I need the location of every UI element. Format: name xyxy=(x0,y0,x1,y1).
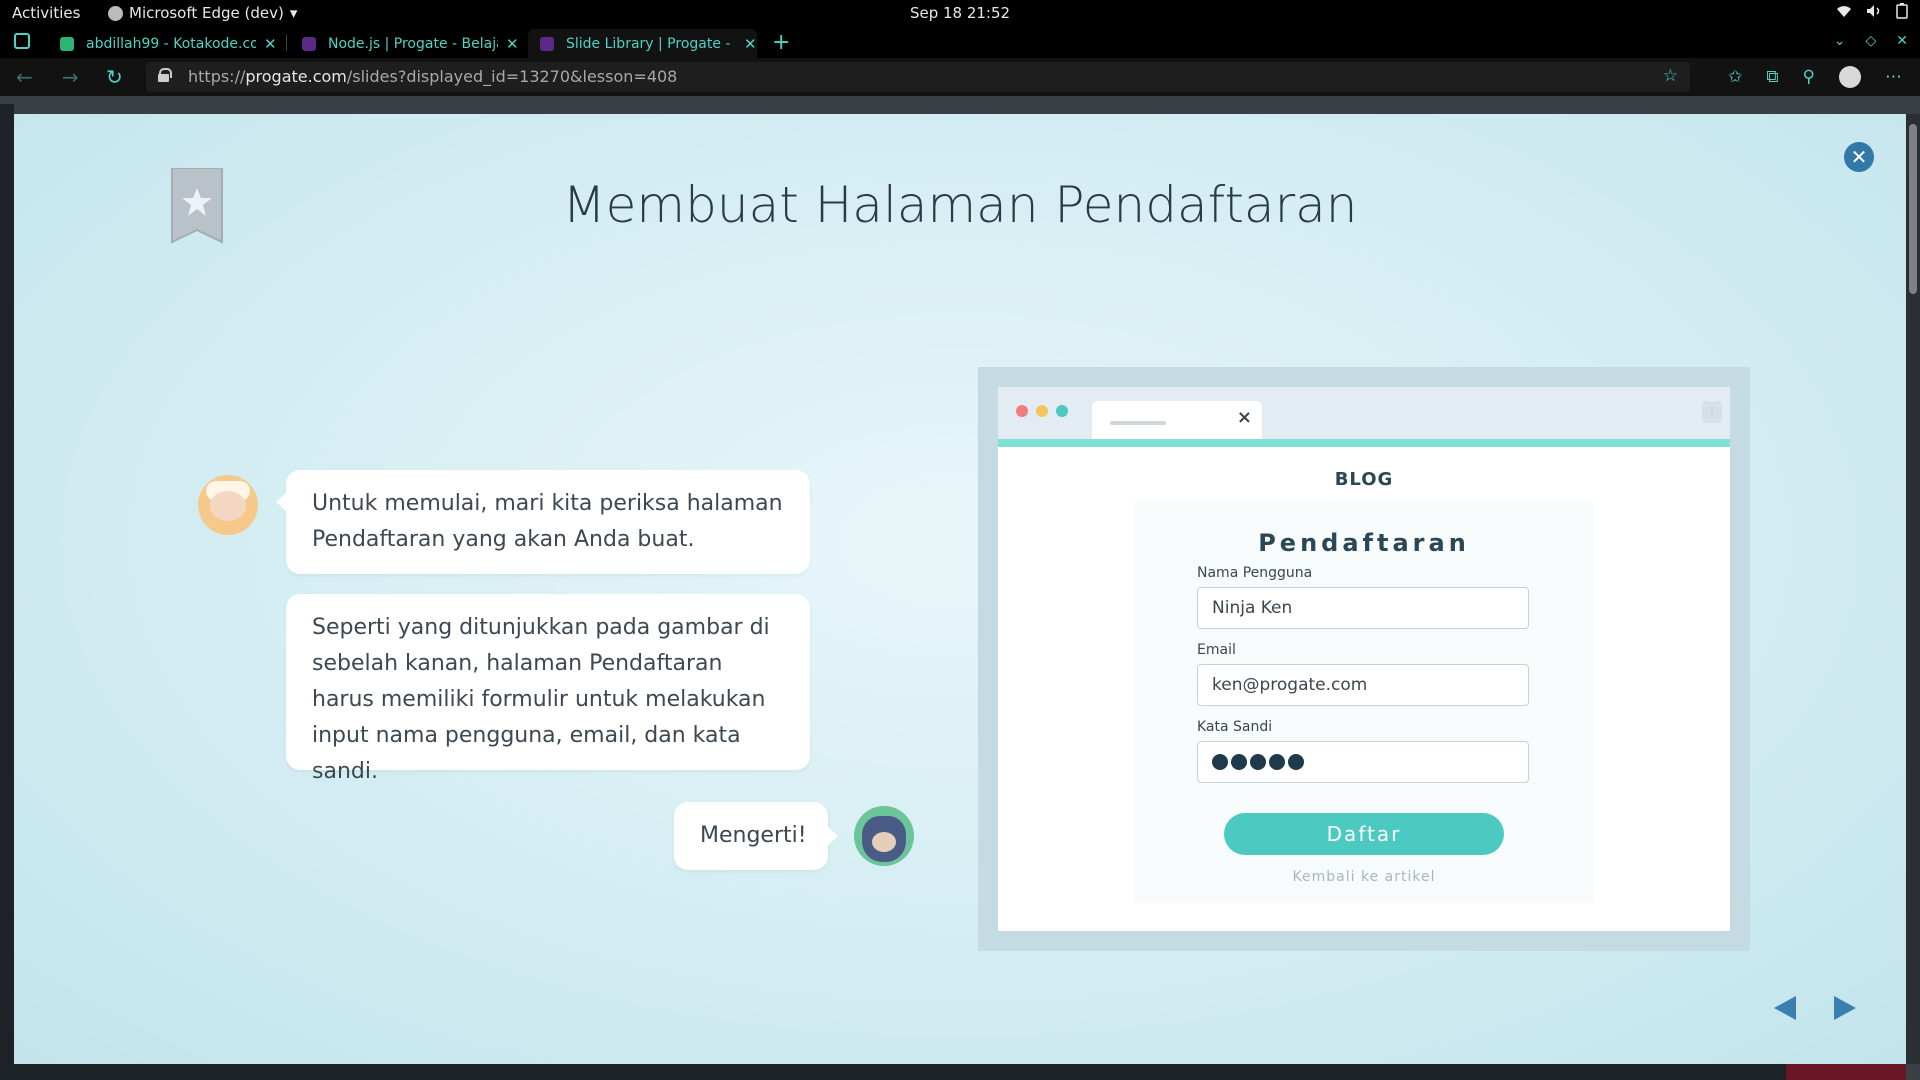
system-tray[interactable] xyxy=(1836,3,1908,23)
app-name: Microsoft Edge (dev) xyxy=(129,4,284,22)
close-icon: × xyxy=(1236,407,1252,428)
password-field xyxy=(1197,741,1529,783)
tab-strip: abdillah99 - Kotakode.com ✕ Node.js | Pr… xyxy=(0,27,1920,58)
slide-modal: ✕ Membuat Halaman Pendaftaran Untuk memu… xyxy=(14,114,1906,1064)
url-host: progate.com xyxy=(245,67,347,86)
tab-actions-icon[interactable] xyxy=(14,33,30,49)
sheep-avatar xyxy=(198,475,258,535)
wifi-icon xyxy=(1836,4,1852,22)
close-tab-icon[interactable]: ✕ xyxy=(264,35,277,53)
kotakode-favicon-icon xyxy=(60,36,74,51)
page-scrollbar[interactable] xyxy=(1906,114,1920,1064)
minimize-icon[interactable]: ◇ xyxy=(1865,33,1876,49)
password-dots xyxy=(1212,752,1514,770)
tab-label: abdillah99 - Kotakode.com xyxy=(86,35,256,52)
toolbar-icons: ✩ ⧉ ⚲ ⋯ xyxy=(1728,66,1902,88)
chevron-down-icon: ▾ xyxy=(289,4,298,22)
form-title: Pendaftaran xyxy=(1258,529,1470,557)
email-label: Email xyxy=(1197,642,1236,658)
back-to-article-link: Kembali ke artikel xyxy=(1292,869,1436,885)
extensions-icon[interactable]: ⚲ xyxy=(1803,67,1815,87)
volume-icon xyxy=(1866,4,1882,22)
mock-tab: × xyxy=(1092,401,1262,439)
signup-illustration: × ⋮ BLOG Pendaftaran Nama Pengguna Ninja… xyxy=(978,367,1750,951)
progate-favicon-icon xyxy=(540,36,554,51)
daftar-button: Daftar xyxy=(1224,813,1504,855)
chat-bubble-reply: Mengerti! xyxy=(674,802,838,870)
edge-icon xyxy=(108,5,123,21)
lock-icon[interactable] xyxy=(158,68,172,82)
menu-icon: ⋮ xyxy=(1702,401,1722,423)
ninja-avatar xyxy=(854,806,914,866)
collections-icon[interactable]: ⧉ xyxy=(1766,67,1778,87)
tab-kotakode[interactable]: abdillah99 - Kotakode.com ✕ xyxy=(48,29,277,58)
progate-favicon-icon xyxy=(302,36,316,51)
url-text[interactable]: https://progate.com/slides?displayed_id=… xyxy=(188,67,677,86)
window-controls: ⌄ ◇ ✕ xyxy=(1834,33,1908,49)
url-prefix: https:// xyxy=(188,67,246,86)
tab-nodejs[interactable]: Node.js | Progate - Belajar ✕ xyxy=(290,29,519,58)
next-slide-icon[interactable] xyxy=(1834,996,1856,1020)
activities-button[interactable]: Activities xyxy=(12,4,80,22)
battery-icon xyxy=(1896,3,1908,23)
url-path: /slides?displayed_id=13270&lesson=408 xyxy=(346,67,678,86)
back-icon[interactable]: ← xyxy=(16,65,33,89)
email-field: ken@progate.com xyxy=(1197,664,1529,706)
tab-label: Slide Library | Progate - Belajar xyxy=(566,35,736,52)
signup-form-card: Pendaftaran Nama Pengguna Ninja Ken Emai… xyxy=(1135,501,1593,903)
blog-label: BLOG xyxy=(1334,469,1394,490)
slide-title: Membuat Halaman Pendaftaran xyxy=(562,176,1358,234)
chat-bubble: Untuk memulai, mari kita periksa halaman… xyxy=(276,470,810,574)
tab-slide-library[interactable]: Slide Library | Progate - Belajar ✕ xyxy=(528,29,757,58)
new-tab-button[interactable]: + xyxy=(772,30,790,55)
mock-browser-chrome: × ⋮ xyxy=(998,387,1730,439)
forward-icon[interactable]: → xyxy=(62,65,79,89)
favorites-icon[interactable]: ✩ xyxy=(1728,67,1742,87)
close-icon[interactable]: ✕ xyxy=(1844,142,1874,172)
close-tab-icon[interactable]: ✕ xyxy=(506,35,519,53)
url-field[interactable]: https://progate.com/slides?displayed_id=… xyxy=(146,62,1690,92)
username-label: Nama Pengguna xyxy=(1197,565,1313,581)
app-menu[interactable]: Microsoft Edge (dev) ▾ xyxy=(108,4,297,22)
page-footer-strip xyxy=(0,1064,1906,1080)
mock-browser-window: × ⋮ BLOG Pendaftaran Nama Pengguna Ninja… xyxy=(998,387,1730,931)
system-top-bar: Activities Microsoft Edge (dev) ▾ Sep 18… xyxy=(0,0,1920,27)
close-window-icon[interactable]: ✕ xyxy=(1896,33,1908,49)
tab-list-icon[interactable]: ⌄ xyxy=(1834,33,1846,49)
tab-label: Node.js | Progate - Belajar xyxy=(328,35,498,52)
add-favorite-icon[interactable]: ☆ xyxy=(1663,66,1678,86)
password-label: Kata Sandi xyxy=(1197,719,1273,735)
profile-avatar-icon[interactable] xyxy=(1839,66,1861,88)
previous-slide-icon[interactable] xyxy=(1774,996,1796,1020)
refresh-icon[interactable]: ↻ xyxy=(106,65,123,89)
close-tab-icon[interactable]: ✕ xyxy=(744,35,757,53)
address-bar: ← → ↻ https://progate.com/slides?display… xyxy=(0,58,1920,96)
more-menu-icon[interactable]: ⋯ xyxy=(1885,67,1902,87)
chat-bubble: Seperti yang ditunjukkan pada gambar di … xyxy=(286,594,810,784)
username-field: Ninja Ken xyxy=(1197,587,1529,629)
